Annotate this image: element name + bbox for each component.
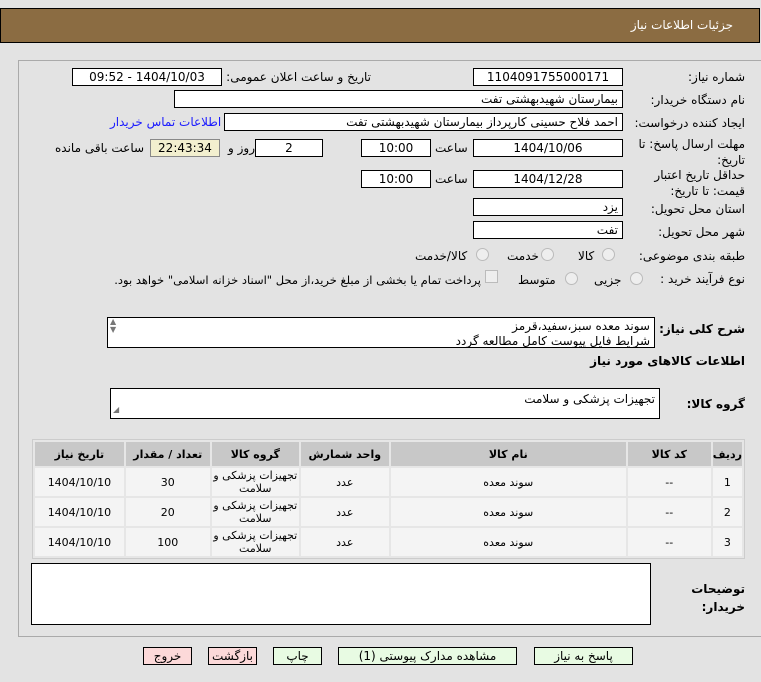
goods-table: ردیف کد کالا نام کالا واحد شمارش گروه کا… (32, 439, 745, 559)
comments-label: توضیحات خریدار: (691, 582, 745, 614)
contact-buyer-link[interactable]: اطلاعات تماس خریدار (110, 115, 221, 129)
description-textarea[interactable]: سوند معده سبز،سفید،قرمز شرایط فایل پیوست… (107, 317, 655, 348)
col-name: نام کالا (390, 442, 626, 466)
item-group: تجهیزات پزشکی و سلامت (211, 468, 299, 496)
back-button[interactable]: بازگشت (208, 647, 257, 665)
item-group: تجهیزات پزشکی و سلامت (211, 528, 299, 556)
col-unit: واحد شمارش (300, 442, 389, 466)
row-number: 2 (712, 498, 742, 526)
quantity: 20 (125, 498, 210, 526)
row-number: 3 (712, 528, 742, 556)
deadline-date-field[interactable]: 1404/10/06 (473, 139, 623, 157)
validity-time-label: ساعت (435, 172, 468, 186)
need-number-field[interactable]: 1104091755000171 (473, 68, 623, 86)
exit-button[interactable]: خروج (143, 647, 192, 665)
days-label: روز و (228, 141, 255, 155)
quantity: 100 (125, 528, 210, 556)
col-qty: تعداد / مقدار (125, 442, 210, 466)
col-row: ردیف (712, 442, 742, 466)
category-goods-radio[interactable] (602, 248, 615, 261)
validity-date-field[interactable]: 1404/12/28 (473, 170, 623, 188)
province-label: استان محل تحویل: (650, 202, 745, 216)
buyer-label: نام دستگاه خریدار: (650, 93, 746, 107)
city-label: شهر محل تحویل: (658, 225, 745, 239)
description-line-2: شرایط فایل پیوست کامل مطالعه گردد (455, 334, 650, 348)
attachments-button[interactable]: مشاهده مدارک پیوستی (1) (338, 647, 517, 665)
category-label: طبقه بندی موضوعی: (638, 249, 745, 263)
row-number: 1 (712, 468, 742, 496)
goods-group-textarea[interactable]: تجهیزات پزشکی و سلامت ◢ (110, 388, 660, 419)
reply-button[interactable]: پاسخ به نیاز (534, 647, 633, 665)
item-group: تجهیزات پزشکی و سلامت (211, 498, 299, 526)
need-number-label: شماره نیاز: (688, 70, 745, 84)
goods-group-label: گروه کالا: (686, 397, 745, 411)
deadline-label: مهلت ارسال پاسخ: تا تاریخ: (638, 137, 745, 167)
process-minor-label: جزیی (594, 273, 622, 287)
col-date: تاریخ نیاز (35, 442, 124, 466)
unit: عدد (300, 498, 389, 526)
buyer-field[interactable]: بیمارستان شهیدبهشتی تفت (174, 90, 623, 108)
category-service-label: خدمت (507, 249, 539, 263)
unit: عدد (300, 528, 389, 556)
announce-field[interactable]: 1404/10/03 - 09:52 (72, 68, 222, 86)
category-both-label: کالا/خدمت (415, 249, 468, 263)
creator-field[interactable]: احمد فلاح حسینی کارپرداز بیمارستان شهیدب… (224, 113, 623, 131)
need-date: 1404/10/10 (35, 498, 124, 526)
col-code: کد کالا (627, 442, 711, 466)
process-medium-radio[interactable] (565, 272, 578, 285)
process-minor-radio[interactable] (630, 272, 643, 285)
resize-grip-icon[interactable]: ◢ (113, 402, 119, 417)
table-row: 3 -- سوند معده عدد تجهیزات پزشکی و سلامت 100 1… (35, 528, 742, 556)
comments-textarea[interactable] (31, 563, 651, 625)
item-name: سوند معده (390, 528, 626, 556)
item-code: -- (627, 468, 711, 496)
table-row: 1 -- سوند معده عدد تجهیزات پزشکی و سلامت 30 14… (35, 468, 742, 496)
announce-label: تاریخ و ساعت اعلان عمومی: (226, 70, 371, 84)
quantity: 30 (125, 468, 210, 496)
table-header-row: ردیف کد کالا نام کالا واحد شمارش گروه کا… (35, 442, 742, 466)
table-row: 2 -- سوند معده عدد تجهیزات پزشکی و سلامت 20 14… (35, 498, 742, 526)
item-name: سوند معده (390, 498, 626, 526)
print-button[interactable]: چاپ (273, 647, 322, 665)
deadline-time-label: ساعت (435, 141, 468, 155)
need-date: 1404/10/10 (35, 528, 124, 556)
treasury-checkbox[interactable] (485, 270, 498, 283)
creator-label: ایجاد کننده درخواست: (634, 116, 745, 130)
category-both-radio[interactable] (476, 248, 489, 261)
item-code: -- (627, 498, 711, 526)
days-field[interactable]: 2 (255, 139, 323, 157)
deadline-time-field[interactable]: 10:00 (361, 139, 431, 157)
validity-time-field[interactable]: 10:00 (361, 170, 431, 188)
category-goods-label: کالا (578, 249, 595, 263)
col-group: گروه کالا (211, 442, 299, 466)
page-header: جزئیات اطلاعات نیاز (0, 8, 760, 43)
scroll-arrows-icon[interactable]: ▲ ▼ (110, 318, 116, 334)
description-line-1: سوند معده سبز،سفید،قرمز (512, 319, 650, 333)
need-date: 1404/10/10 (35, 468, 124, 496)
process-medium-label: متوسط (518, 273, 556, 287)
goods-group-value: تجهیزات پزشکی و سلامت (524, 392, 655, 406)
province-field[interactable]: یزد (473, 198, 623, 216)
payment-note: پرداخت تمام یا بخشی از مبلغ خرید،از محل … (114, 273, 481, 287)
process-label: نوع فرآیند خرید : (660, 272, 745, 286)
unit: عدد (300, 468, 389, 496)
description-label: شرح کلی نیاز: (659, 322, 745, 336)
category-service-radio[interactable] (541, 248, 554, 261)
validity-label: حداقل تاریخ اعتبار قیمت: تا تاریخ: (654, 168, 745, 198)
city-field[interactable]: تفت (473, 221, 623, 239)
remaining-label: ساعت باقی مانده (55, 141, 145, 155)
remaining-time: 22:43:34 (150, 139, 220, 157)
item-name: سوند معده (390, 468, 626, 496)
item-code: -- (627, 528, 711, 556)
goods-section-title: اطلاعات کالاهای مورد نیاز (590, 354, 745, 368)
